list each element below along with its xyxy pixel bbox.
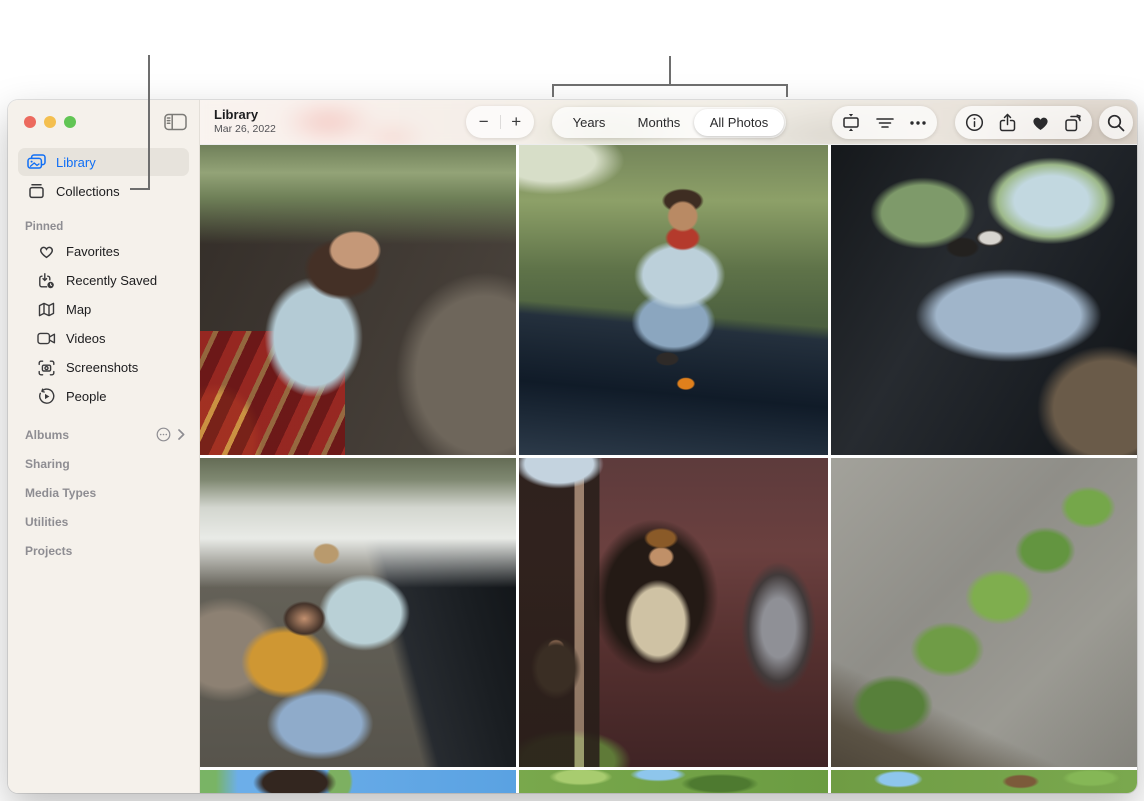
sidebar-item-recently-saved[interactable]: Recently Saved bbox=[8, 266, 199, 295]
tab-all-photos[interactable]: All Photos bbox=[694, 109, 784, 136]
sidebar-item-label: Collections bbox=[56, 184, 120, 199]
filter-lines-icon[interactable] bbox=[871, 106, 899, 139]
sidebar-item-label: Favorites bbox=[66, 244, 119, 259]
thumbnail-zoom-control: − + bbox=[466, 106, 534, 138]
sidebar-nav-top: Library Collections bbox=[8, 148, 199, 205]
sidebar-section-label: Media Types bbox=[25, 486, 96, 500]
page-title: Library bbox=[214, 106, 276, 123]
sidebar-item-library[interactable]: Library bbox=[18, 148, 189, 176]
annotation-bracket-left-tick bbox=[552, 84, 554, 97]
map-icon bbox=[36, 302, 56, 317]
photo-thumbnail[interactable] bbox=[519, 770, 828, 793]
sidebar-sections: Albums bbox=[8, 420, 199, 565]
sidebar-section-utilities[interactable]: Utilities bbox=[8, 507, 199, 536]
tab-years[interactable]: Years bbox=[554, 109, 624, 136]
sidebar-section-label: Albums bbox=[25, 428, 69, 442]
sidebar-item-label: People bbox=[66, 389, 106, 404]
library-icon bbox=[26, 154, 46, 170]
heart-icon bbox=[36, 244, 56, 259]
people-icon bbox=[36, 388, 56, 405]
sidebar-item-map[interactable]: Map bbox=[8, 295, 199, 324]
photo-thumbnail[interactable] bbox=[200, 145, 516, 455]
minimize-button[interactable] bbox=[44, 116, 56, 128]
recently-saved-icon bbox=[36, 272, 56, 289]
aspect-ratio-icon[interactable] bbox=[837, 106, 865, 139]
sidebar-section-media-types[interactable]: Media Types bbox=[8, 478, 199, 507]
collections-icon bbox=[26, 183, 46, 199]
photos-window: Library Collections Pinned bbox=[8, 100, 1137, 793]
sidebar-section-label: Sharing bbox=[25, 457, 70, 471]
sidebar-item-collections[interactable]: Collections bbox=[18, 177, 189, 205]
sidebar-item-label: Map bbox=[66, 302, 91, 317]
sidebar-section-label: Projects bbox=[25, 544, 72, 558]
search-button[interactable] bbox=[1099, 106, 1133, 139]
share-icon[interactable] bbox=[993, 106, 1021, 139]
view-segmented-control: Years Months All Photos bbox=[552, 107, 786, 138]
sidebar-item-screenshots[interactable]: Screenshots bbox=[8, 353, 199, 382]
sidebar-item-label: Library bbox=[56, 155, 96, 170]
main-content: Library Mar 26, 2022 − + Years Months Al… bbox=[200, 100, 1137, 793]
current-date: Mar 26, 2022 bbox=[214, 123, 276, 136]
photo-thumbnail[interactable] bbox=[831, 145, 1137, 455]
sidebar-section-label: Utilities bbox=[25, 515, 68, 529]
sidebar-section-sharing[interactable]: Sharing bbox=[8, 449, 199, 478]
photo-thumbnail[interactable] bbox=[831, 458, 1137, 767]
video-icon bbox=[36, 332, 56, 345]
sidebar-item-videos[interactable]: Videos bbox=[8, 324, 199, 353]
albums-controls bbox=[156, 427, 185, 442]
sidebar-item-label: Videos bbox=[66, 331, 106, 346]
photo-grid bbox=[200, 145, 1137, 793]
zoom-in-button[interactable]: + bbox=[500, 106, 532, 138]
annotation-line-collections bbox=[148, 55, 150, 190]
favorite-heart-icon[interactable] bbox=[1026, 106, 1054, 139]
info-icon[interactable] bbox=[960, 106, 988, 139]
close-button[interactable] bbox=[24, 116, 36, 128]
toolbar-title-block: Library Mar 26, 2022 bbox=[214, 106, 276, 136]
sidebar-section-albums[interactable]: Albums bbox=[8, 420, 199, 449]
titlebar bbox=[8, 100, 199, 144]
zoom-out-button[interactable]: − bbox=[468, 106, 500, 138]
sidebar-section-projects[interactable]: Projects bbox=[8, 536, 199, 565]
toolbar-group-actions bbox=[955, 106, 1092, 139]
chevron-right-icon[interactable] bbox=[178, 429, 185, 440]
tab-months[interactable]: Months bbox=[624, 109, 694, 136]
photo-thumbnail[interactable] bbox=[831, 770, 1137, 793]
photo-thumbnail[interactable] bbox=[200, 770, 516, 793]
annotation-bracket-right-tick bbox=[786, 84, 788, 97]
rotate-icon[interactable] bbox=[1059, 106, 1087, 139]
sidebar-pinned-list: Favorites Recently Saved bbox=[8, 237, 199, 411]
toolbar: Library Mar 26, 2022 − + Years Months Al… bbox=[200, 100, 1137, 145]
photo-thumbnail[interactable] bbox=[519, 145, 828, 455]
screenshot-icon bbox=[36, 360, 56, 376]
sidebar-header-pinned: Pinned bbox=[8, 219, 199, 235]
sidebar-item-people[interactable]: People bbox=[8, 382, 199, 411]
more-icon[interactable] bbox=[904, 106, 932, 139]
sidebar-item-label: Recently Saved bbox=[66, 273, 157, 288]
photo-thumbnail[interactable] bbox=[519, 458, 828, 767]
sidebar: Library Collections Pinned bbox=[8, 100, 200, 793]
page: Library Collections Pinned bbox=[0, 0, 1144, 801]
annotation-bracket-stem bbox=[669, 56, 671, 86]
sidebar-item-favorites[interactable]: Favorites bbox=[8, 237, 199, 266]
photo-thumbnail[interactable] bbox=[200, 458, 516, 767]
sidebar-toggle-icon[interactable] bbox=[164, 113, 187, 131]
more-circle-icon[interactable] bbox=[156, 427, 171, 442]
toolbar-group-display bbox=[832, 106, 937, 139]
annotation-line-collections-tick bbox=[130, 188, 150, 190]
sidebar-item-label: Screenshots bbox=[66, 360, 138, 375]
fullscreen-button[interactable] bbox=[64, 116, 76, 128]
search-icon bbox=[1102, 106, 1130, 139]
